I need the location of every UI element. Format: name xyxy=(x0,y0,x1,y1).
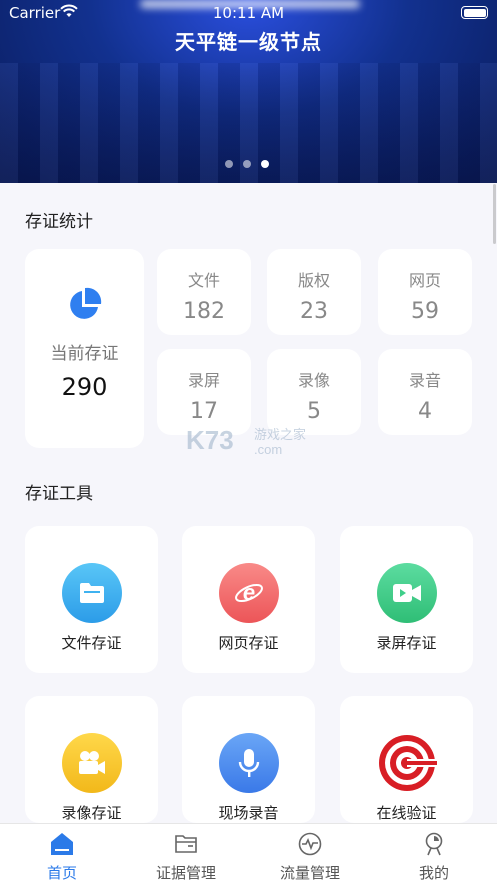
tab-evidence-management[interactable]: 证据管理 xyxy=(124,824,248,883)
stat-value: 182 xyxy=(183,299,225,324)
stat-label: 录像 xyxy=(297,371,330,390)
camcorder-icon xyxy=(62,733,122,793)
tab-label: 证据管理 xyxy=(155,864,216,882)
watermark-brand: K73 xyxy=(186,425,234,455)
stat-card-webpage[interactable]: 网页 59 xyxy=(378,249,472,335)
tool-webpage-evidence[interactable]: e 网页存证 xyxy=(182,526,315,673)
watermark-text: 游戏之家 xyxy=(254,427,306,443)
stat-value: 17 xyxy=(190,399,218,424)
banner-carousel[interactable]: Carrier 10:11 AM 天平链一级节点 xyxy=(0,0,497,183)
total-label: 当前存证 xyxy=(50,344,119,364)
bottom-tab-bar: 首页 证据管理 流量管理 我的 xyxy=(0,823,497,883)
tab-traffic-management[interactable]: 流量管理 xyxy=(248,824,372,883)
tool-screen-record-evidence[interactable]: 录屏存证 xyxy=(340,526,473,673)
watermark-logo: K73 游戏之家 .com xyxy=(186,425,306,457)
battery-icon xyxy=(461,6,488,19)
folder-outline-icon xyxy=(175,835,197,853)
stat-value: 4 xyxy=(418,399,432,424)
tab-home[interactable]: 首页 xyxy=(0,824,124,883)
pulse-icon xyxy=(298,832,322,856)
app-screen: Carrier 10:11 AM 天平链一级节点 存证统计 当前存证 290 文… xyxy=(0,0,497,883)
total-value: 290 xyxy=(61,373,108,401)
stat-label: 网页 xyxy=(408,271,441,290)
svg-text:e: e xyxy=(243,580,255,605)
carousel-indicator[interactable] xyxy=(225,160,269,168)
video-camera-icon xyxy=(377,563,437,623)
stat-card-copyright[interactable]: 版权 23 xyxy=(267,249,361,335)
tool-label: 录像存证 xyxy=(61,804,122,822)
folder-icon xyxy=(62,563,122,623)
home-icon xyxy=(51,833,73,855)
carousel-dot[interactable] xyxy=(225,160,233,168)
stats-heading: 存证统计 xyxy=(25,212,93,232)
carousel-dot[interactable] xyxy=(243,160,251,168)
scrollbar[interactable] xyxy=(493,184,496,244)
total-evidence-card[interactable]: 当前存证 290 xyxy=(25,249,144,448)
tool-file-evidence[interactable]: 文件存证 xyxy=(25,526,158,673)
stat-label: 版权 xyxy=(297,271,330,290)
stat-value: 5 xyxy=(307,399,321,424)
stat-label: 录音 xyxy=(408,371,441,390)
banner-title: 天平链一级节点 xyxy=(175,30,322,54)
watermark-domain: .com xyxy=(254,442,282,457)
tab-profile[interactable]: 我的 xyxy=(372,824,496,883)
tab-label: 我的 xyxy=(418,864,449,882)
browser-e-icon: e xyxy=(219,563,279,623)
tool-online-verify[interactable]: 在线验证 xyxy=(340,696,473,823)
stat-label: 文件 xyxy=(187,271,220,290)
stat-card-file[interactable]: 文件 182 xyxy=(157,249,251,335)
tool-label: 录屏存证 xyxy=(376,634,437,652)
tab-label: 首页 xyxy=(46,864,77,882)
tool-label: 网页存证 xyxy=(218,634,279,652)
stat-card-audio[interactable]: 录音 4 xyxy=(378,349,472,435)
microphone-icon xyxy=(219,733,279,793)
clock: 10:11 AM xyxy=(212,4,285,22)
status-bar: Carrier 10:11 AM xyxy=(0,0,497,26)
tool-label: 在线验证 xyxy=(376,804,437,822)
tool-label: 文件存证 xyxy=(61,634,122,652)
profile-icon xyxy=(425,832,443,856)
tools-heading: 存证工具 xyxy=(25,484,93,504)
stat-label: 录屏 xyxy=(187,371,220,390)
carousel-dot-active[interactable] xyxy=(261,160,269,168)
tool-video-evidence[interactable]: 录像存证 xyxy=(25,696,158,823)
tab-label: 流量管理 xyxy=(279,864,340,882)
tool-live-audio[interactable]: 现场录音 xyxy=(182,696,315,823)
stat-value: 59 xyxy=(411,299,439,324)
stat-value: 23 xyxy=(300,299,328,324)
tool-label: 现场录音 xyxy=(218,804,279,822)
pie-chart-icon xyxy=(70,287,102,319)
verify-seal-icon xyxy=(377,733,437,793)
